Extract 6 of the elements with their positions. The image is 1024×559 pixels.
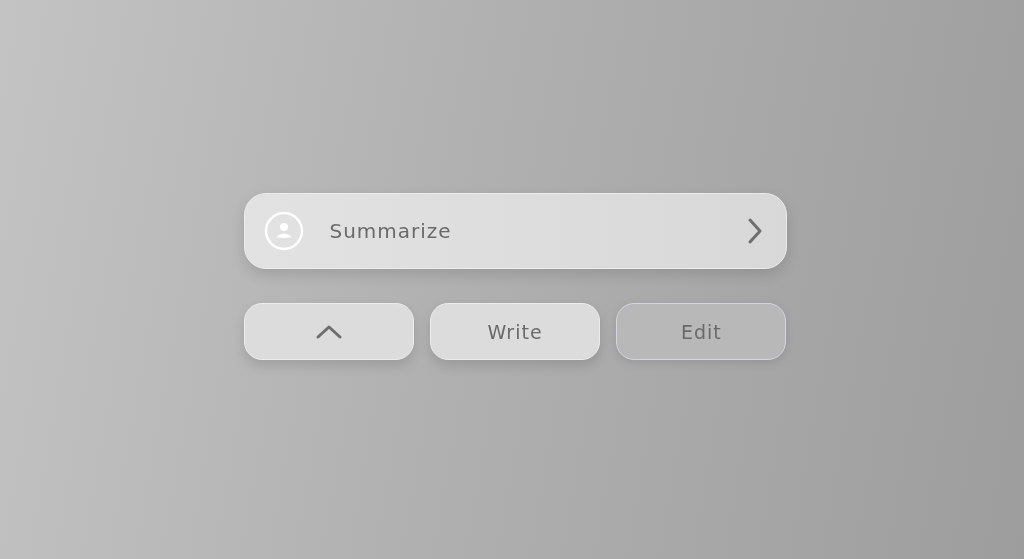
text-button[interactable]: Write (429, 303, 601, 360)
up-button[interactable] (243, 303, 414, 360)
chevron-up-icon (314, 323, 343, 340)
summarize-button[interactable]: Summarize (243, 193, 787, 269)
user-icon (263, 211, 304, 251)
text-button[interactable]: Edit (616, 303, 787, 360)
